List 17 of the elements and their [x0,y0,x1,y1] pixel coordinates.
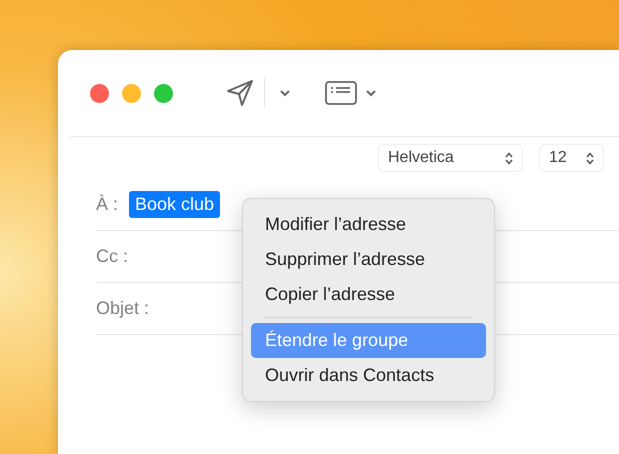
menu-item[interactable]: Modifier l’adresse [251,207,486,242]
recipient-token[interactable]: Book club [129,191,220,218]
menu-item[interactable]: Ouvrir dans Contacts [251,358,486,393]
updown-chevron-icon [505,152,513,164]
menu-item[interactable]: Supprimer l’adresse [251,242,486,277]
send-icon[interactable] [225,78,255,108]
field-label: À : [96,193,118,216]
field-label: Cc : [96,245,128,268]
updown-chevron-icon [586,152,594,164]
font-popup[interactable]: Helvetica [378,144,523,172]
menu-item[interactable]: Copier l’adresse [251,277,486,312]
header-fields-icon[interactable] [325,81,357,105]
chevron-down-icon[interactable] [279,89,291,97]
chevron-down-icon[interactable] [365,89,377,97]
field-label: Objet : [96,297,150,320]
close-button[interactable] [90,84,109,102]
size-popup[interactable]: 12 [539,144,604,172]
